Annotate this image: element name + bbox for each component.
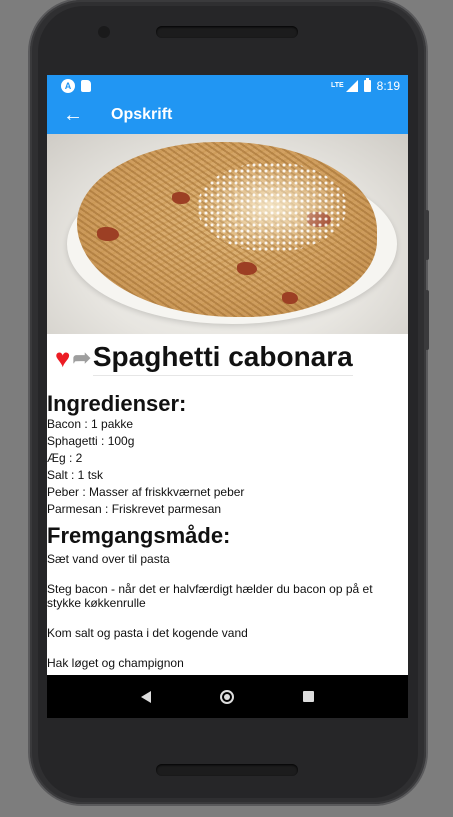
ingredient-list: Bacon : 1 pakke Sphagetti : 100g Æg : 2 … [47,416,408,518]
app-bar-title: Opskrift [111,106,173,123]
signal-icon [345,79,358,92]
ingredient-item: Parmesan : Friskrevet parmesan [47,502,222,516]
app-screen: A LTE 8:19 ← Opskrift ♥ ➦ Spaghetti cabo… [47,75,408,718]
battery-icon [363,77,371,92]
ingredients-heading: Ingredienser: [47,391,187,416]
step-item: Steg bacon - når det er halvfærdigt hæld… [47,582,373,610]
sd-card-icon [81,79,91,92]
step-item: Sæt vand over til pasta [47,552,170,566]
app-bar: ← Opskrift [47,96,408,134]
ingredient-item: Peber : Masser af friskkværnet peber [47,485,245,499]
network-type: LTE [330,82,344,89]
ingredient-item: Salt : 1 tsk [47,468,104,482]
parmesan-topping [197,162,347,252]
power-button[interactable] [425,290,429,350]
nav-recent-apps-icon[interactable] [302,691,314,702]
recipe-content: Ingredienser: Bacon : 1 pakke Sphagetti … [47,391,408,671]
step-item: Hak løget og champignon [47,656,184,670]
step-item: Kom salt og pasta i det kogende vand [47,626,248,640]
bottom-speaker [156,764,298,776]
android-notification-icon: A [61,78,75,93]
bacon-piece [97,227,119,241]
bacon-piece [172,192,190,204]
ingredient-item: Æg : 2 [47,451,83,465]
recipe-image [47,134,408,334]
top-speaker [156,26,298,38]
front-camera [98,26,110,38]
ingredient-item: Bacon : 1 pakke [47,417,134,431]
system-nav-bar [47,675,408,718]
method-heading: Fremgangsmåde: [47,523,231,548]
bacon-piece [282,292,298,304]
heart-icon[interactable]: ♥ [55,345,70,371]
recipe-title: Spaghetti cabonara [92,341,353,376]
share-icon[interactable]: ➦ [72,347,90,369]
nav-back-icon[interactable] [141,690,152,703]
status-time: 8:19 [376,78,400,93]
volume-button[interactable] [425,210,429,260]
status-bar: A LTE 8:19 [47,75,408,96]
nav-home-icon[interactable] [219,689,234,704]
recipe-title-row: ♥ ➦ Spaghetti cabonara [47,334,408,376]
bacon-piece [237,262,257,275]
ingredient-item: Sphagetti : 100g [47,434,135,448]
arrow-left-icon[interactable]: ← [63,105,87,125]
step-list: Sæt vand over til pasta Steg bacon - når… [47,552,408,670]
